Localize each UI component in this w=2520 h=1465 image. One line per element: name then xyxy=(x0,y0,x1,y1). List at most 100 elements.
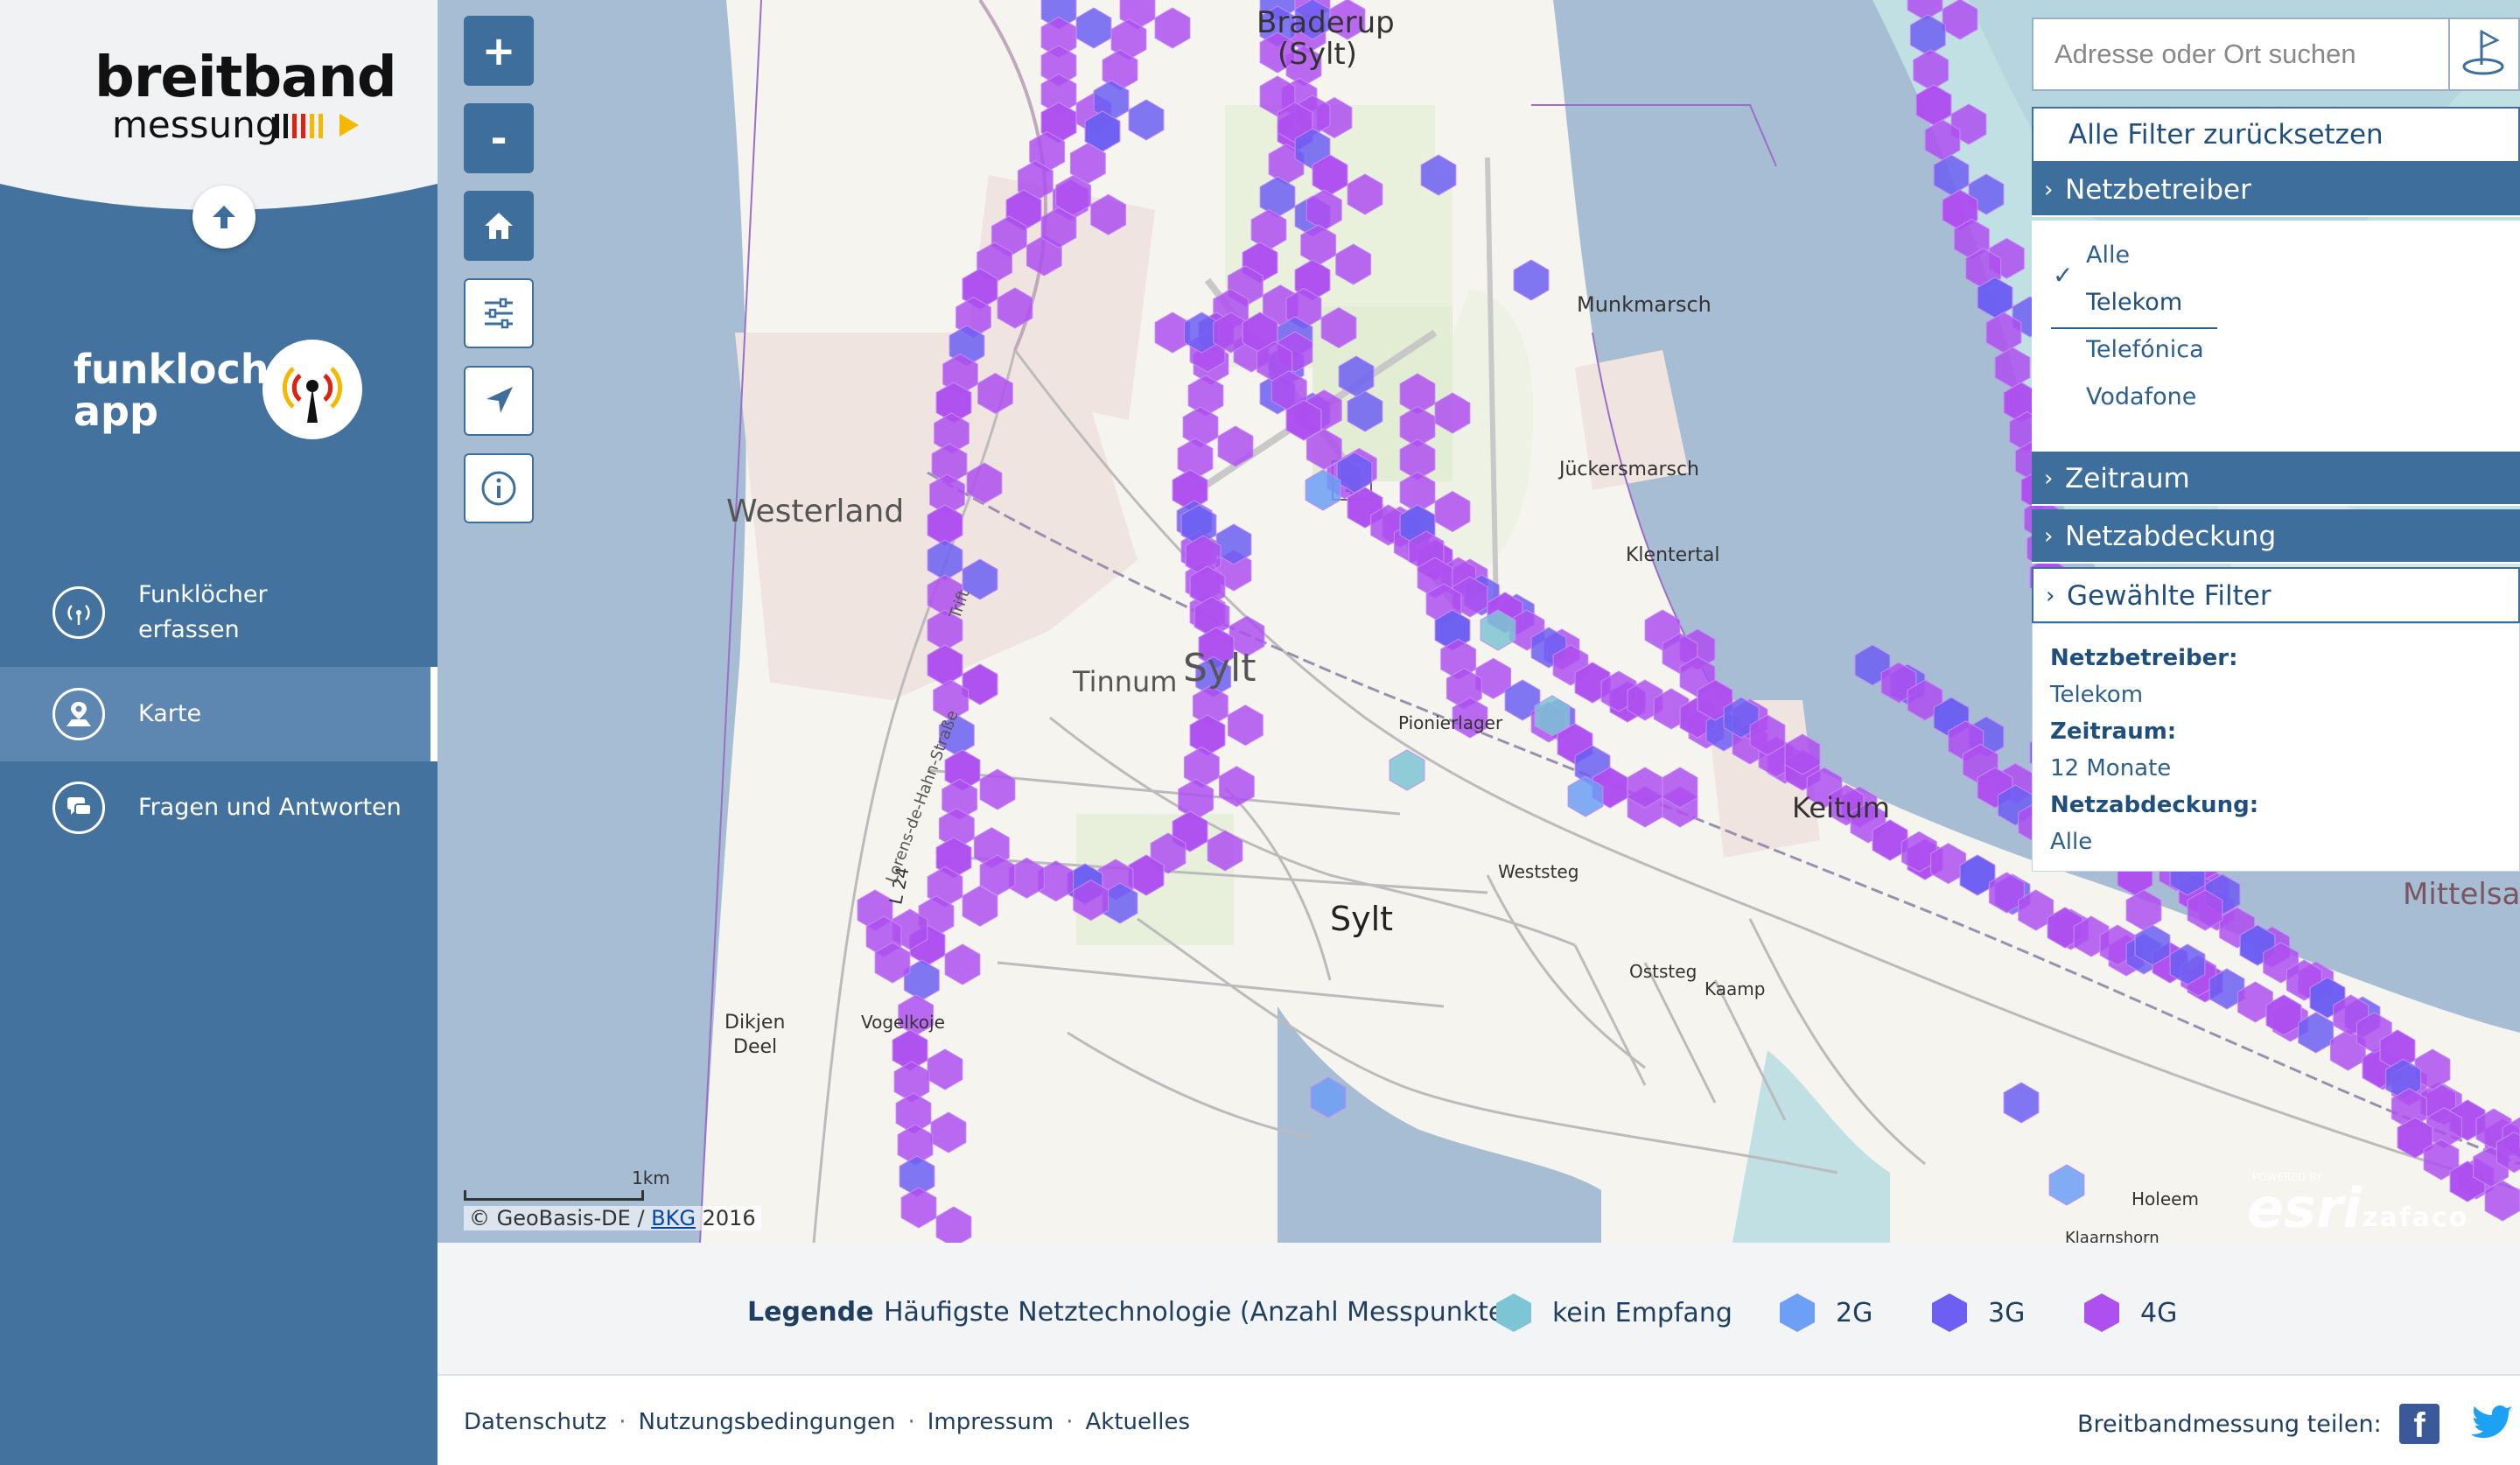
twitter-icon[interactable] xyxy=(2471,1404,2515,1442)
search-button[interactable] xyxy=(2448,19,2520,89)
info-button[interactable] xyxy=(464,453,534,523)
legend-label-4g: 4G xyxy=(2140,1297,2178,1328)
provider-option-telefonica[interactable]: Telefónica xyxy=(2086,336,2204,363)
legend-item-kein-empfang: kein Empfang xyxy=(1496,1293,1732,1332)
accordion-netzbetreiber[interactable]: › Netzbetreiber xyxy=(2032,163,2520,217)
summary-period-label: Zeitraum: xyxy=(2050,718,2177,745)
nav-label-faq: Fragen und Antworten xyxy=(138,794,402,821)
footer-link-datenschutz[interactable]: Datenschutz xyxy=(464,1409,606,1435)
home-icon xyxy=(485,213,513,239)
funkloch-title-line2: app xyxy=(74,388,158,435)
scale-bar-label: 1km xyxy=(632,1167,670,1188)
esri-logo: esri xyxy=(2247,1176,2362,1240)
map-label-kaamp: Kaamp xyxy=(1704,978,1766,999)
summary-coverage-value: Alle xyxy=(2050,829,2093,855)
legend-item-4g: 4G xyxy=(2084,1293,2177,1332)
map-label-pionierlager: Pionierlager xyxy=(1398,712,1503,733)
nav-item-faq[interactable]: Fragen und Antworten xyxy=(0,768,438,847)
legend-bar: Legende Häufigste Netztechnologie (Anzah… xyxy=(438,1243,2520,1376)
legend-title: Legende xyxy=(747,1297,874,1328)
separator: · xyxy=(619,1409,626,1435)
locate-button[interactable] xyxy=(464,366,534,436)
facebook-icon[interactable]: f xyxy=(2399,1404,2440,1445)
map-label-dikjen: Dikjen xyxy=(724,1012,786,1034)
funkloch-logo-icon xyxy=(262,340,362,439)
summary-period-value: 12 Monate xyxy=(2050,755,2172,782)
attribution-prefix: © GeoBasis-DE / xyxy=(469,1206,652,1230)
info-icon xyxy=(481,471,516,506)
map-pin-icon xyxy=(52,688,105,740)
reset-filters-button[interactable]: Alle Filter zurücksetzen xyxy=(2032,107,2520,163)
chevron-right-icon: › xyxy=(2046,583,2055,609)
attribution-link[interactable]: BKG xyxy=(651,1206,696,1230)
separator: · xyxy=(1066,1409,1074,1435)
footer-links: Datenschutz · Nutzungsbedingungen · Impres… xyxy=(464,1409,1190,1435)
arrow-up-icon xyxy=(213,206,235,228)
map-label-klaarnshorn: Klaarnshorn xyxy=(2065,1229,2160,1243)
map-label-sylt-region: Sylt xyxy=(1183,646,1256,690)
logo-messung[interactable]: messung xyxy=(112,103,278,146)
hexagon-icon xyxy=(1496,1293,1531,1332)
summary-coverage-label: Netzabdeckung: xyxy=(2050,792,2259,818)
hexagon-icon xyxy=(1780,1293,1815,1332)
chat-icon xyxy=(52,782,105,834)
accordion-gewaehlte-filter[interactable]: › Gewählte Filter xyxy=(2032,567,2520,623)
map-label-tinnum: Tinnum xyxy=(1073,665,1178,698)
map-label-sylt-center: Sylt xyxy=(1330,900,1394,938)
provider-option-vodafone[interactable]: Vodafone xyxy=(2086,383,2196,410)
legend-item-3g: 3G xyxy=(1932,1293,2025,1332)
map-label-munkmarsch: Munkmarsch xyxy=(1577,292,1712,317)
provider-option-alle[interactable]: Alle xyxy=(2086,242,2130,269)
search-input[interactable] xyxy=(2034,19,2448,89)
hexagon-icon xyxy=(2084,1293,2119,1332)
hexagon-icon xyxy=(1932,1293,1967,1332)
zoom-in-button[interactable]: + xyxy=(464,16,534,86)
funkloch-title-line1: funkloch- xyxy=(74,346,286,393)
provider-option-telekom[interactable]: Telekom xyxy=(2086,289,2182,316)
nav-item-karte[interactable]: Karte xyxy=(0,667,438,761)
sidebar: breitband messung funkloch- app Funklöch… xyxy=(0,0,438,1465)
accordion-netzabdeckung[interactable]: › Netzabdeckung xyxy=(2032,509,2520,564)
logo-triangle-icon xyxy=(340,114,359,137)
chevron-right-icon: › xyxy=(2044,466,2054,492)
selected-underline xyxy=(2051,327,2217,329)
scale-bar xyxy=(464,1190,644,1201)
legend-label-2g: 2G xyxy=(1836,1297,1873,1328)
summary-provider-value: Telekom xyxy=(2050,682,2144,708)
accordion-netzbetreiber-label: Netzbetreiber xyxy=(2065,174,2251,206)
summary-provider-label: Netzbetreiber: xyxy=(2050,645,2238,671)
legend-description: Häufigste Netztechnologie (Anzahl Messpu… xyxy=(884,1297,1516,1328)
location-arrow-icon xyxy=(486,387,513,413)
accordion-zeitraum-label: Zeitraum xyxy=(2065,463,2190,494)
filter-toggle-button[interactable] xyxy=(464,278,534,348)
footer: Datenschutz · Nutzungsbedingungen · Impres… xyxy=(438,1376,2520,1465)
map-label-juckersmarsch: Jückersmarsch xyxy=(1559,459,1699,480)
zoom-out-button[interactable]: - xyxy=(464,103,534,173)
nav-item-funkloecher[interactable]: Funklöcher erfassen xyxy=(0,569,438,656)
map-label-keitum: Keitum xyxy=(1792,791,1890,824)
nav-label-funkloecher: Funklöcher xyxy=(138,581,268,608)
provider-options: Alle ✓ Telekom Telefónica Vodafone xyxy=(2032,221,2520,452)
map-label-westerland: Westerland xyxy=(726,494,905,529)
checkmark-icon: ✓ xyxy=(2053,261,2074,290)
logo-breitband[interactable]: breitband xyxy=(94,46,397,110)
map-label-vogelkoje: Vogelkoje xyxy=(861,1012,945,1033)
legend-label-kein-empfang: kein Empfang xyxy=(1552,1297,1732,1328)
scroll-up-button[interactable] xyxy=(192,186,256,249)
map-label-weststeg: Weststeg xyxy=(1498,861,1579,882)
search-box xyxy=(2032,18,2520,91)
footer-link-impressum[interactable]: Impressum xyxy=(928,1409,1054,1435)
map-label-holeem: Holeem xyxy=(2132,1188,2199,1209)
footer-link-aktuelles[interactable]: Aktuelles xyxy=(1086,1409,1191,1435)
location-pin-flag-icon xyxy=(2462,29,2504,75)
home-button[interactable] xyxy=(464,191,534,261)
map-label-klentertal: Klentertal xyxy=(1626,544,1720,566)
accordion-zeitraum[interactable]: › Zeitraum xyxy=(2032,452,2520,506)
selected-filters-summary: Netzbetreiber: Telekom Zeitraum: 12 Mona… xyxy=(2032,623,2520,872)
map-view[interactable]: Braderup (Sylt) Munkmarsch Jückersmarsch… xyxy=(438,0,2520,1243)
map-attribution: © GeoBasis-DE / BKG 2016 xyxy=(464,1206,761,1230)
footer-link-nutzungsbedingungen[interactable]: Nutzungsbedingungen xyxy=(639,1409,896,1435)
logo-bars-icon xyxy=(275,114,323,138)
sliders-icon xyxy=(485,298,513,329)
accordion-netzabdeckung-label: Netzabdeckung xyxy=(2065,521,2277,552)
